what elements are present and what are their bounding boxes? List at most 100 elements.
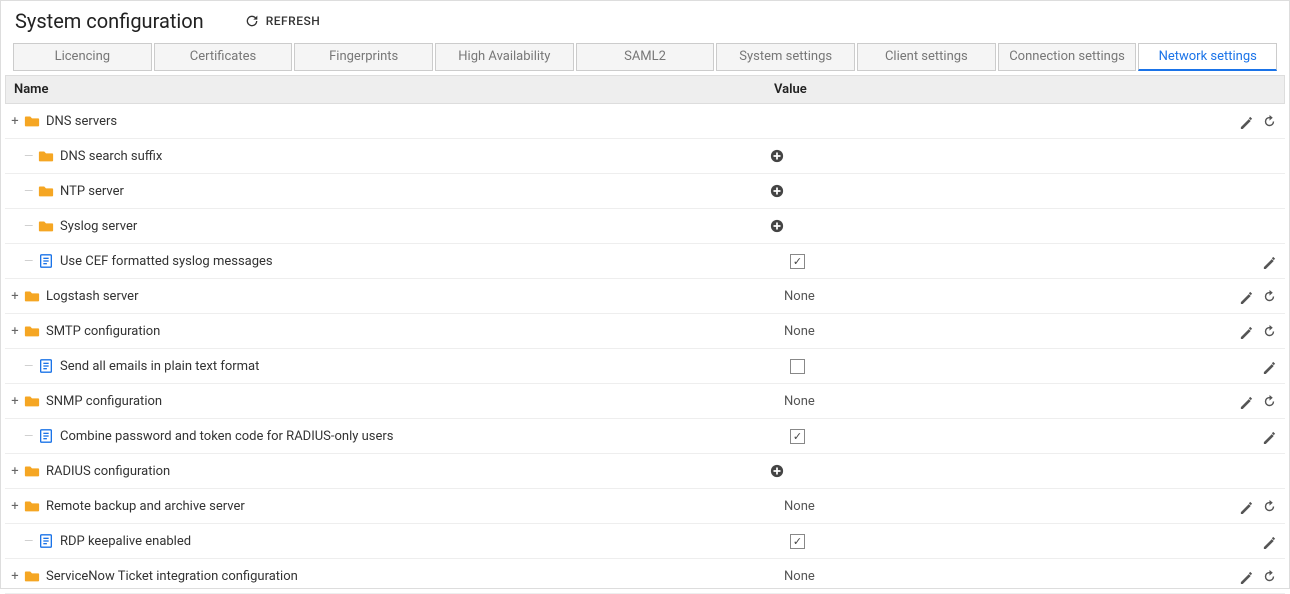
edit-icon[interactable] bbox=[1239, 324, 1254, 339]
table-row: +DNS servers bbox=[5, 104, 1285, 139]
tab-network-settings[interactable]: Network settings bbox=[1138, 43, 1277, 71]
edit-icon[interactable] bbox=[1239, 569, 1254, 584]
add-icon[interactable] bbox=[770, 219, 784, 233]
reset-icon[interactable] bbox=[1262, 114, 1277, 129]
reset-icon[interactable] bbox=[1262, 394, 1277, 409]
folder-icon bbox=[24, 393, 40, 409]
edit-icon[interactable] bbox=[1239, 499, 1254, 514]
folder-icon bbox=[24, 113, 40, 129]
tab-licencing[interactable]: Licencing bbox=[13, 43, 152, 71]
expand-toggle[interactable]: + bbox=[8, 569, 22, 584]
checkbox[interactable]: ✓ bbox=[790, 534, 805, 549]
tab-system-settings[interactable]: System settings bbox=[716, 43, 855, 71]
tree-cell: +—Combine password and token code for RA… bbox=[8, 428, 770, 444]
value-cell: None bbox=[770, 569, 1227, 584]
refresh-button[interactable]: REFRESH bbox=[244, 13, 321, 29]
col-value-header: Value bbox=[774, 82, 1276, 97]
value-text: None bbox=[784, 569, 815, 584]
value-text: None bbox=[784, 394, 815, 409]
row-label: RDP keepalive enabled bbox=[60, 534, 191, 549]
reset-icon[interactable] bbox=[1262, 569, 1277, 584]
table-row: +—DNS search suffix bbox=[5, 139, 1285, 174]
tree-cell: +SMTP configuration bbox=[8, 323, 770, 339]
file-icon bbox=[38, 358, 54, 374]
edit-icon[interactable] bbox=[1262, 534, 1277, 549]
edit-icon[interactable] bbox=[1262, 254, 1277, 269]
row-actions bbox=[1227, 289, 1277, 304]
row-actions bbox=[1227, 114, 1277, 129]
tree-cell: + Logstash server bbox=[8, 288, 770, 304]
reset-icon[interactable] bbox=[1262, 499, 1277, 514]
tree-line: — bbox=[24, 219, 36, 233]
refresh-label: REFRESH bbox=[266, 14, 321, 28]
file-icon bbox=[38, 533, 54, 549]
folder-icon bbox=[38, 148, 54, 164]
table-row: +Logstash serverNone bbox=[5, 279, 1285, 314]
add-icon[interactable] bbox=[770, 184, 784, 198]
table-row: +—Send all emails in plain text format bbox=[5, 349, 1285, 384]
edit-icon[interactable] bbox=[1262, 359, 1277, 374]
folder-icon bbox=[38, 218, 54, 234]
expand-toggle[interactable]: + bbox=[8, 289, 22, 304]
expand-toggle[interactable]: + bbox=[8, 324, 22, 339]
expand-toggle[interactable]: + bbox=[8, 464, 22, 479]
page-title: System configuration bbox=[15, 9, 204, 33]
table-row: +—RDP keepalive enabled✓ bbox=[5, 524, 1285, 559]
value-cell: ✓ bbox=[770, 254, 1227, 269]
add-icon[interactable] bbox=[770, 464, 784, 478]
edit-icon[interactable] bbox=[1239, 114, 1254, 129]
tree-line: — bbox=[24, 429, 36, 443]
tab-connection-settings[interactable]: Connection settings bbox=[998, 43, 1137, 71]
row-actions bbox=[1227, 499, 1277, 514]
col-name-header: Name bbox=[14, 82, 774, 97]
checkbox[interactable]: ✓ bbox=[790, 429, 805, 444]
checkbox[interactable]: ✓ bbox=[790, 254, 805, 269]
system-config-panel: System configuration REFRESH LicencingCe… bbox=[0, 0, 1290, 589]
tab-fingerprints[interactable]: Fingerprints bbox=[294, 43, 433, 71]
row-label: Use CEF formatted syslog messages bbox=[60, 254, 273, 269]
expand-toggle[interactable]: + bbox=[8, 114, 22, 129]
value-cell bbox=[770, 184, 1227, 198]
table-row: +SMTP configurationNone bbox=[5, 314, 1285, 349]
reset-icon[interactable] bbox=[1262, 289, 1277, 304]
checkbox[interactable] bbox=[790, 359, 805, 374]
refresh-icon bbox=[244, 13, 260, 29]
table-row: +—Combine password and token code for RA… bbox=[5, 419, 1285, 454]
value-cell bbox=[770, 464, 1227, 478]
table-body: +DNS servers +—DNS search suffix + — NTP ser… bbox=[5, 104, 1285, 594]
tree-cell: +—Send all emails in plain text format bbox=[8, 358, 770, 374]
folder-icon bbox=[24, 498, 40, 514]
tab-saml2[interactable]: SAML2 bbox=[576, 43, 715, 71]
file-icon bbox=[38, 253, 54, 269]
reset-icon[interactable] bbox=[1262, 324, 1277, 339]
expand-toggle[interactable]: + bbox=[8, 499, 22, 514]
tree-cell: +—DNS search suffix bbox=[8, 148, 770, 164]
edit-icon[interactable] bbox=[1239, 289, 1254, 304]
value-text: None bbox=[784, 499, 815, 514]
tab-high-availability[interactable]: High Availability bbox=[435, 43, 574, 71]
folder-icon bbox=[24, 323, 40, 339]
row-label: NTP server bbox=[60, 184, 124, 199]
table-row: +RADIUS configuration bbox=[5, 454, 1285, 489]
row-label: Logstash server bbox=[46, 289, 138, 304]
tree-cell: +SNMP configuration bbox=[8, 393, 770, 409]
tree-line: — bbox=[24, 149, 36, 163]
edit-icon[interactable] bbox=[1262, 429, 1277, 444]
row-label: ServiceNow Ticket integration configurat… bbox=[46, 569, 298, 584]
tree-line: — bbox=[24, 254, 36, 268]
tree-cell: +DNS servers bbox=[8, 113, 770, 129]
edit-icon[interactable] bbox=[1239, 394, 1254, 409]
value-cell bbox=[770, 219, 1227, 233]
tree-line: — bbox=[24, 534, 36, 548]
add-icon[interactable] bbox=[770, 149, 784, 163]
value-cell bbox=[770, 359, 1227, 374]
table-row: +Remote backup and archive server None bbox=[5, 489, 1285, 524]
value-cell: ✓ bbox=[770, 534, 1227, 549]
tab-client-settings[interactable]: Client settings bbox=[857, 43, 996, 71]
folder-icon bbox=[24, 568, 40, 584]
expand-toggle[interactable]: + bbox=[8, 394, 22, 409]
tree-line: — bbox=[24, 359, 36, 373]
tab-certificates[interactable]: Certificates bbox=[154, 43, 293, 71]
table-row: +—Use CEF formatted syslog messages✓ bbox=[5, 244, 1285, 279]
tree-cell: +Remote backup and archive server bbox=[8, 498, 770, 514]
